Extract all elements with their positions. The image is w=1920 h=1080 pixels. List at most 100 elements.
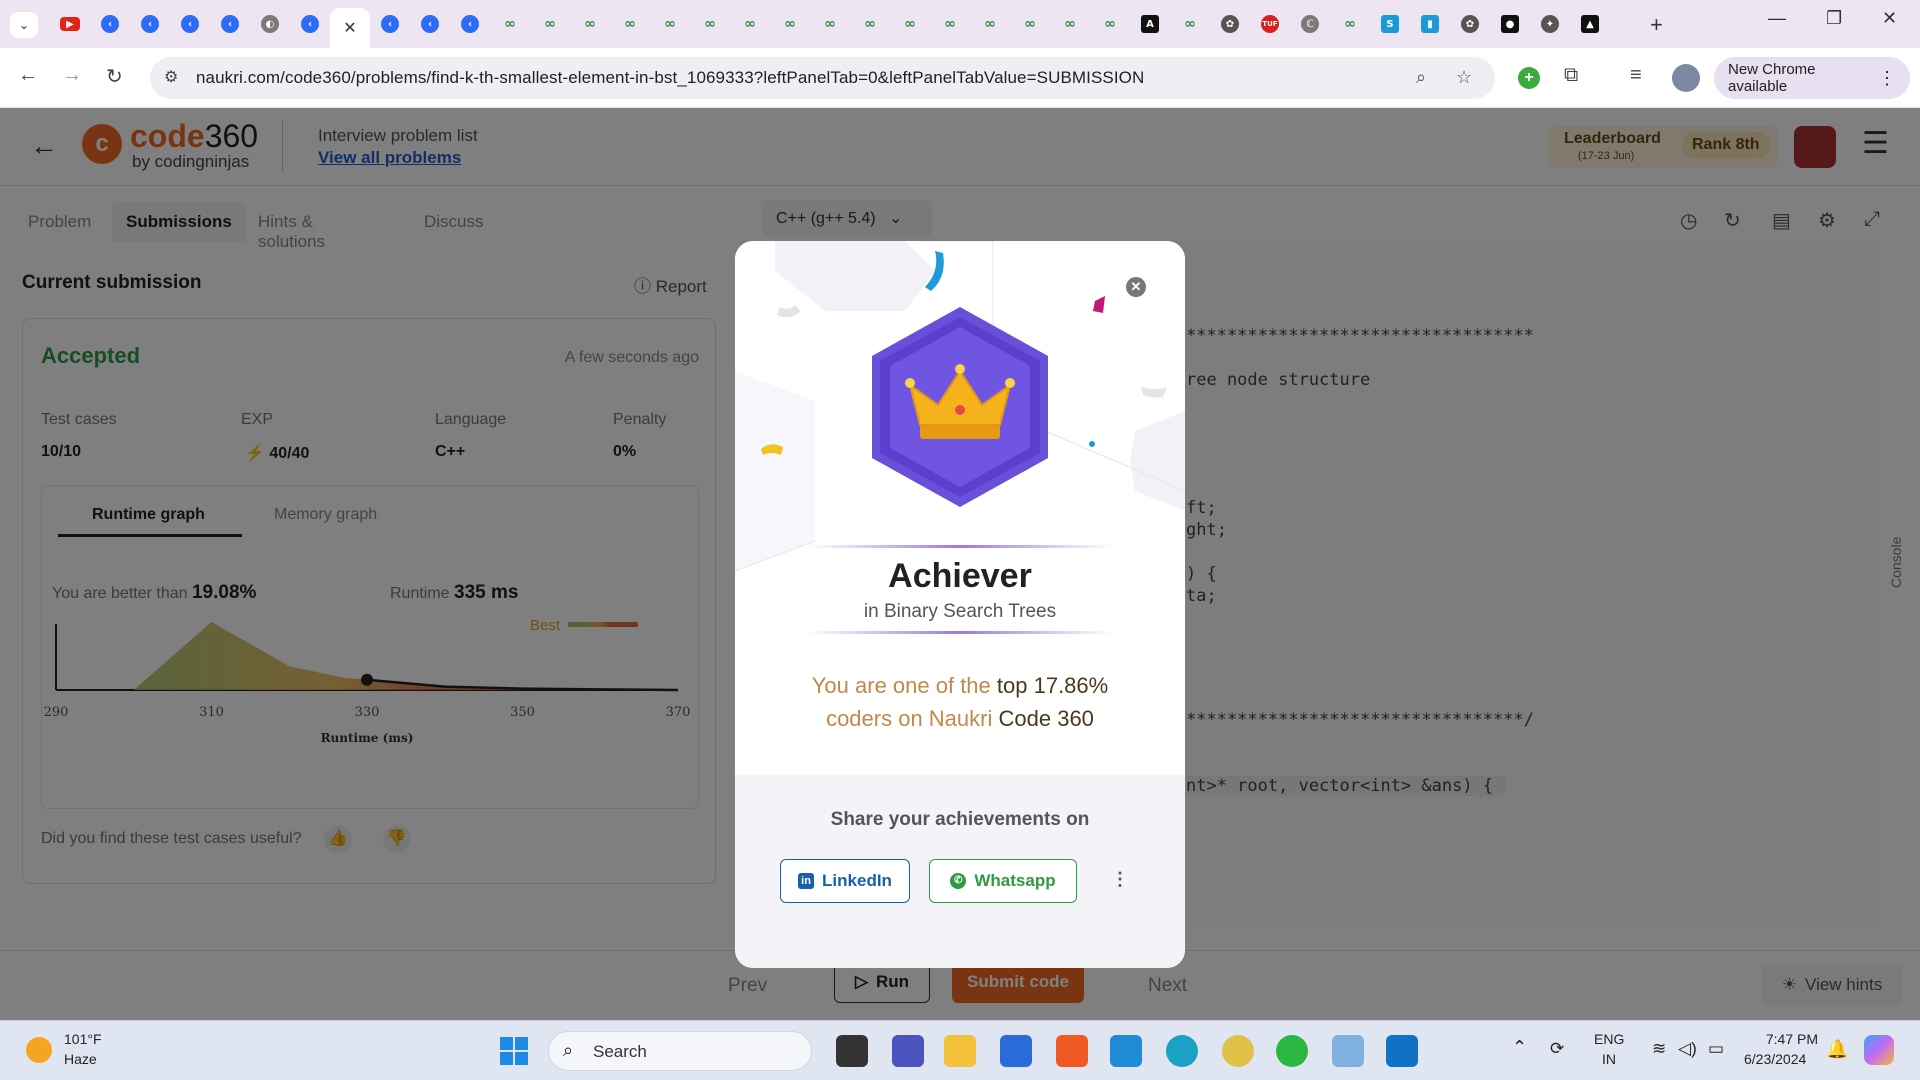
windows-start-icon[interactable] bbox=[500, 1037, 528, 1065]
tab-gfg-16[interactable]: ∞ bbox=[1090, 0, 1130, 48]
minimize-button[interactable]: — bbox=[1768, 8, 1786, 29]
share-title: Share your achievements on bbox=[830, 809, 1090, 830]
tab-gfg-8[interactable]: ∞ bbox=[770, 0, 810, 48]
clock-time[interactable]: 7:47 PM bbox=[1758, 1031, 1818, 1047]
tab-dark-app[interactable]: A bbox=[1130, 0, 1170, 48]
tab-gfg-3[interactable]: ∞ bbox=[570, 0, 610, 48]
tab-gfg-1[interactable]: ∞ bbox=[490, 0, 530, 48]
zoom-icon[interactable]: ⌕ bbox=[1416, 67, 1426, 88]
new-chrome-label: New Chrome available bbox=[1728, 61, 1816, 95]
whatsapp-taskbar-icon[interactable] bbox=[1276, 1035, 1308, 1067]
teams-icon[interactable] bbox=[892, 1035, 924, 1067]
share-whatsapp-button[interactable]: ✆ Whatsapp bbox=[929, 859, 1077, 903]
tab-codingninjas-6[interactable]: ‹ bbox=[370, 0, 410, 48]
profile-avatar[interactable] bbox=[1672, 64, 1700, 92]
tab-gfg-12[interactable]: ∞ bbox=[930, 0, 970, 48]
tab-app-2[interactable]: ✦ bbox=[1530, 0, 1570, 48]
chrome-icon[interactable] bbox=[1222, 1035, 1254, 1067]
bookmark-star-icon[interactable]: ☆ bbox=[1456, 67, 1472, 88]
clock-date[interactable]: 6/23/2024 bbox=[1744, 1051, 1806, 1067]
restore-button[interactable]: ❐ bbox=[1826, 8, 1842, 29]
tab-codingninjas-1[interactable]: ‹ bbox=[90, 0, 130, 48]
tab-gfg-11[interactable]: ∞ bbox=[890, 0, 930, 48]
tab-youtube[interactable]: ▶ bbox=[50, 0, 90, 48]
tab-gfg-13[interactable]: ∞ bbox=[970, 0, 1010, 48]
reload-button[interactable]: ↻ bbox=[106, 64, 123, 89]
tab-blue-app[interactable]: S bbox=[1370, 0, 1410, 48]
taskbar-search[interactable]: ⌕ Search bbox=[548, 1031, 812, 1071]
microsoft-store-icon[interactable] bbox=[1000, 1035, 1032, 1067]
new-chrome-available-button[interactable]: New Chrome available ⋮ bbox=[1714, 57, 1910, 99]
notification-bell-icon[interactable]: 🔔 bbox=[1826, 1039, 1848, 1060]
tab-chatgpt-1[interactable]: ✿ bbox=[1210, 0, 1250, 48]
wifi-icon[interactable]: ≋ bbox=[1652, 1039, 1666, 1059]
extensions-puzzle-icon[interactable]: ⧉ bbox=[1564, 64, 1578, 87]
tab-gfg-18[interactable]: ∞ bbox=[1330, 0, 1370, 48]
tab-search-button[interactable]: ⌄ bbox=[10, 12, 38, 38]
site-info-icon[interactable]: ⚙ bbox=[164, 67, 178, 87]
app-icon: ▲ bbox=[1581, 15, 1599, 33]
forward-button[interactable]: → bbox=[62, 64, 82, 87]
tab-gfg-2[interactable]: ∞ bbox=[530, 0, 570, 48]
brave-icon[interactable] bbox=[1056, 1035, 1088, 1067]
tab-claude[interactable]: ℂ bbox=[1290, 0, 1330, 48]
tab-gfg-6[interactable]: ∞ bbox=[690, 0, 730, 48]
outlook-icon[interactable] bbox=[1386, 1035, 1418, 1067]
tab-tuf[interactable]: TUF bbox=[1250, 0, 1290, 48]
notepad-icon[interactable] bbox=[1332, 1035, 1364, 1067]
task-view-icon[interactable] bbox=[836, 1035, 868, 1067]
back-button[interactable]: ← bbox=[18, 64, 38, 87]
file-explorer-icon[interactable] bbox=[944, 1035, 976, 1067]
tab-gfg-14[interactable]: ∞ bbox=[1010, 0, 1050, 48]
tab-gfg-9[interactable]: ∞ bbox=[810, 0, 850, 48]
new-tab-button[interactable]: + bbox=[1650, 12, 1663, 38]
tab-codingninjas-7[interactable]: ‹ bbox=[410, 0, 450, 48]
tab-app-3[interactable]: ▲ bbox=[1570, 0, 1610, 48]
address-bar[interactable]: ⚙ naukri.com/code360/problems/find-k-th-… bbox=[150, 57, 1495, 99]
tab-codingninjas-2[interactable]: ‹ bbox=[130, 0, 170, 48]
tab-gfg-10[interactable]: ∞ bbox=[850, 0, 890, 48]
tab-active[interactable]: ✕ bbox=[330, 8, 370, 48]
tab-chart-app[interactable]: ▮ bbox=[1410, 0, 1450, 48]
extension-icon[interactable]: + bbox=[1518, 67, 1540, 89]
more-share-options-icon[interactable]: ⋮ bbox=[1111, 869, 1129, 890]
share-linkedin-button[interactable]: in LinkedIn bbox=[780, 859, 910, 903]
edge-icon[interactable] bbox=[1166, 1035, 1198, 1067]
tab-globe[interactable]: ◐ bbox=[250, 0, 290, 48]
modal-close-icon[interactable]: ✕ bbox=[1126, 277, 1146, 297]
show-hidden-icons-chevron-icon[interactable]: ⌃ bbox=[1512, 1037, 1527, 1058]
achievement-title: Achiever bbox=[888, 557, 1032, 595]
tab-github[interactable]: ● bbox=[1490, 0, 1530, 48]
tab-gfg-15[interactable]: ∞ bbox=[1050, 0, 1090, 48]
sync-icon[interactable]: ⟳ bbox=[1550, 1039, 1564, 1059]
url-text[interactable]: naukri.com/code360/problems/find-k-th-sm… bbox=[196, 68, 1144, 88]
tab-gfg-4[interactable]: ∞ bbox=[610, 0, 650, 48]
browser-toolbar: ← → ↻ ⚙ naukri.com/code360/problems/find… bbox=[0, 48, 1920, 108]
msg-prefix: You are one of the bbox=[811, 673, 991, 698]
copilot-icon[interactable] bbox=[1864, 1035, 1894, 1065]
more-menu-icon[interactable]: ⋮ bbox=[1878, 68, 1896, 89]
volume-icon[interactable]: ◁) bbox=[1678, 1039, 1697, 1059]
tab-codingninjas-5[interactable]: ‹ bbox=[290, 0, 330, 48]
chatgpt-icon: ✿ bbox=[1461, 15, 1479, 33]
close-window-button[interactable]: ✕ bbox=[1882, 8, 1897, 29]
gfg-icon: ∞ bbox=[984, 16, 996, 32]
close-tab-icon[interactable]: ✕ bbox=[343, 18, 356, 38]
tab-gfg-7[interactable]: ∞ bbox=[730, 0, 770, 48]
tab-chatgpt-2[interactable]: ✿ bbox=[1450, 0, 1490, 48]
media-control-icon[interactable]: ≡ bbox=[1630, 64, 1642, 87]
language-indicator[interactable]: ENG bbox=[1594, 1031, 1624, 1047]
tab-codingninjas-8[interactable]: ‹ bbox=[450, 0, 490, 48]
region-indicator[interactable]: IN bbox=[1602, 1051, 1616, 1067]
vscode-icon[interactable] bbox=[1110, 1035, 1142, 1067]
weather-temp[interactable]: 101°F bbox=[64, 1031, 102, 1047]
weather-desc[interactable]: Haze bbox=[64, 1051, 97, 1067]
tab-codingninjas-3[interactable]: ‹ bbox=[170, 0, 210, 48]
tab-gfg-5[interactable]: ∞ bbox=[650, 0, 690, 48]
battery-icon[interactable]: ▭ bbox=[1708, 1039, 1724, 1059]
gfg-icon: ∞ bbox=[744, 16, 756, 32]
weather-haze-icon[interactable] bbox=[26, 1037, 52, 1063]
tab-gfg-17[interactable]: ∞ bbox=[1170, 0, 1210, 48]
tab-codingninjas-4[interactable]: ‹ bbox=[210, 0, 250, 48]
linkedin-icon: in bbox=[798, 873, 815, 889]
